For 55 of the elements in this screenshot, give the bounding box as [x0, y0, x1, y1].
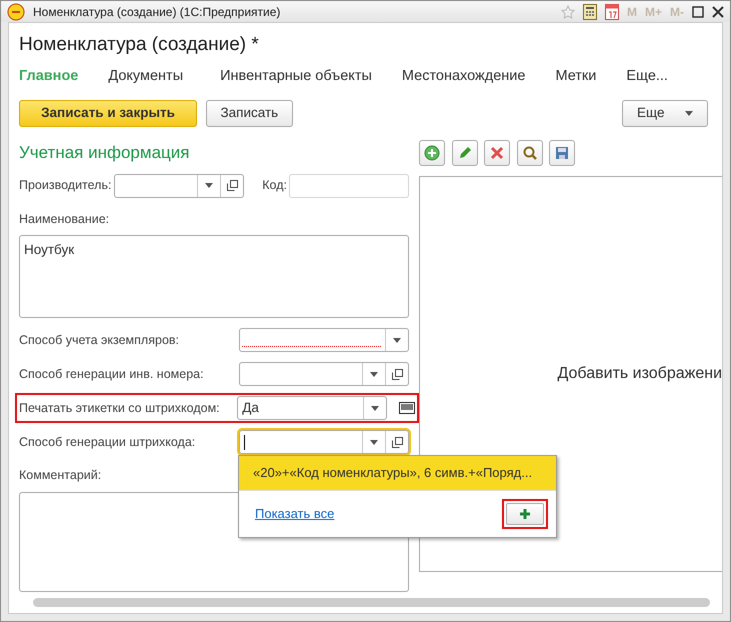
toolbar-button[interactable] [452, 140, 478, 166]
star-icon [560, 4, 575, 19]
section-title: Учетная информация [19, 142, 190, 164]
select-field[interactable] [239, 362, 409, 386]
more-button[interactable]: Еще [622, 100, 708, 127]
toolbar-button[interactable] [419, 140, 445, 166]
field-label: Печатать этикетки со штрихкодом: [19, 400, 221, 417]
add-icon [424, 145, 440, 161]
show-all-link[interactable]: Показать все [255, 504, 334, 524]
caret-icon [371, 406, 379, 411]
text-area[interactable]: Ноутбук [19, 235, 409, 318]
field-label: Способ генерации штрихкода: [19, 434, 196, 451]
save-button[interactable]: Записать [206, 100, 294, 127]
caret-icon [370, 440, 378, 445]
caret-icon [685, 111, 693, 116]
calculator-icon [582, 4, 597, 20]
delete-icon [489, 145, 505, 161]
tab[interactable]: Местонахождение [402, 66, 526, 88]
barcode-method-field[interactable] [239, 430, 409, 454]
dropdown-item[interactable]: «20»+«Код номенклатуры», 6 симв.+«Поряд... [239, 456, 556, 490]
calendar-icon [604, 4, 619, 20]
toolbar-button[interactable] [484, 140, 510, 166]
save-close-button[interactable]: Записать и закрыть [19, 100, 197, 127]
field-label: Наименование: [19, 210, 110, 228]
field-label: Комментарий: [19, 467, 102, 484]
toolbar-button[interactable] [516, 140, 542, 166]
toolbar-button[interactable] [549, 140, 575, 166]
manufacturer-field[interactable] [114, 174, 244, 198]
select-field[interactable] [239, 328, 409, 352]
open-window-icon [392, 368, 402, 380]
maximize-icon [692, 6, 704, 18]
close-icon [712, 6, 724, 18]
code-field[interactable] [289, 174, 409, 198]
field-label: Способ учета экземпляров: [19, 332, 180, 349]
form-title: Номенклатура (создание) * [19, 33, 260, 58]
app-logo-icon [7, 2, 25, 21]
tab[interactable]: Еще... [626, 66, 668, 88]
open-window-icon [392, 436, 402, 448]
caret-icon [370, 372, 378, 377]
search-icon [522, 145, 538, 161]
plus-icon [519, 508, 531, 520]
select-field[interactable]: Да [237, 396, 387, 420]
horizontal-scrollbar[interactable] [33, 598, 710, 607]
image-placeholder-text: Добавить изображени [558, 364, 722, 384]
open-window-icon [226, 180, 238, 191]
field-label: Способ генерации инв. номера: [19, 366, 205, 383]
barcode-icon[interactable] [399, 402, 415, 414]
window-title: Номенклатура (создание) (1С:Предприятие) [33, 4, 282, 21]
tab[interactable]: Метки [555, 66, 596, 88]
caret-icon [393, 338, 401, 343]
tab[interactable]: Инвентарные объекты [220, 66, 372, 88]
field-label: Код: [262, 177, 287, 194]
tab[interactable]: Документы [108, 66, 184, 88]
field-label: Производитель: [19, 177, 112, 194]
caret-icon [205, 183, 214, 188]
